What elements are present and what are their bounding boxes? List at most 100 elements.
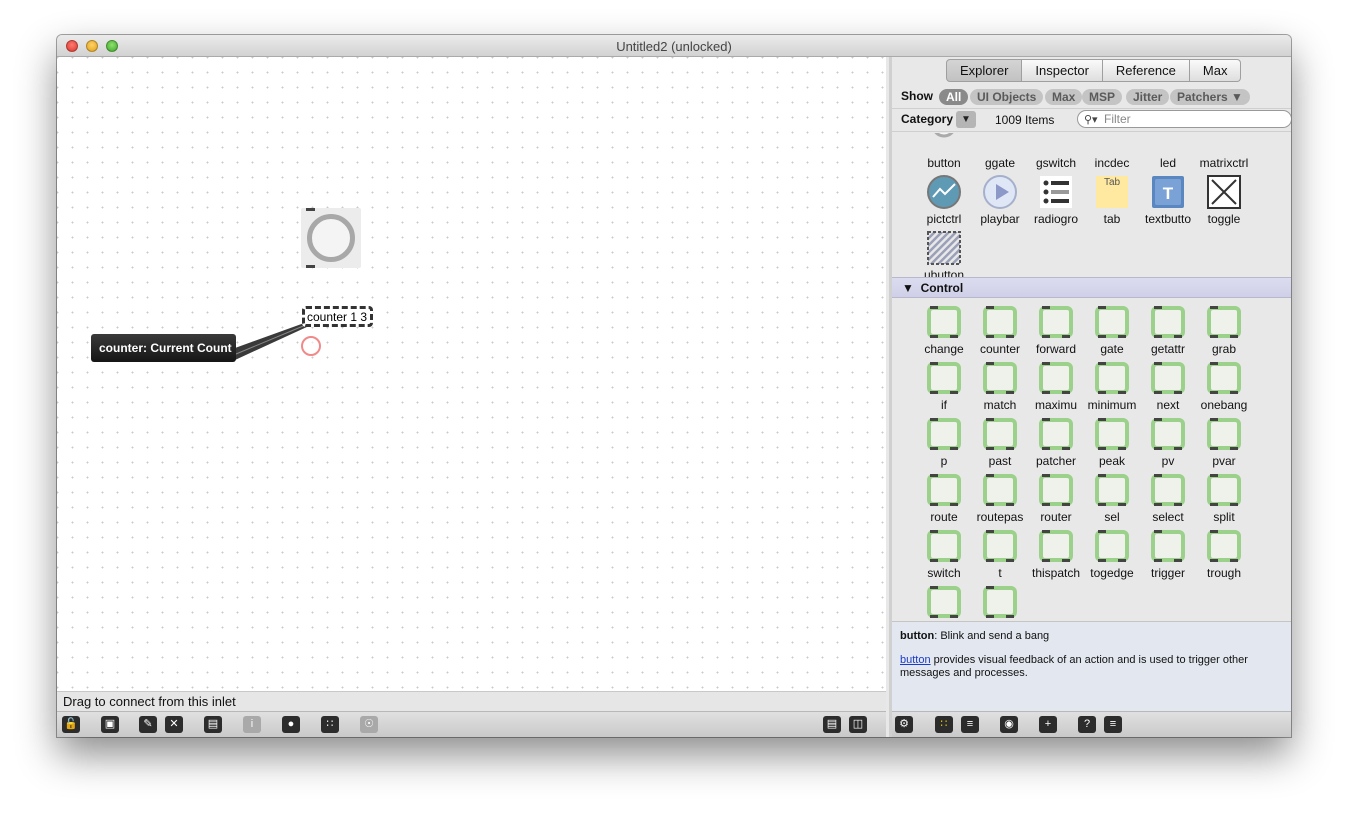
object-tile-togedge[interactable]: togedge [1084, 529, 1140, 585]
object-tile-matrixctrl[interactable]: matrixctrl [1196, 133, 1252, 175]
filter-input[interactable] [1104, 112, 1284, 126]
new-object-icon[interactable]: ✎ [139, 716, 157, 733]
tab-max[interactable]: Max [1189, 59, 1242, 82]
section-header-control[interactable]: ▼ Control [892, 277, 1291, 298]
object-tile-label: split [1213, 510, 1235, 524]
getattr-icon [1151, 306, 1185, 338]
object-tile-router[interactable]: router [1028, 473, 1084, 529]
tab-reference[interactable]: Reference [1102, 59, 1190, 82]
object-tile-onebang[interactable]: onebang [1196, 361, 1252, 417]
object-tile-select[interactable]: select [1140, 473, 1196, 529]
tab-inspector[interactable]: Inspector [1022, 59, 1103, 82]
object-tile-t[interactable]: t [972, 529, 1028, 585]
description-link[interactable]: button [900, 654, 931, 666]
object-tile-change[interactable]: change [916, 305, 972, 361]
object-tile-toggle[interactable]: toggle [1196, 175, 1252, 231]
object-tile-trigger[interactable]: trigger [1140, 529, 1196, 585]
list-view-icon[interactable]: ≡ [961, 716, 979, 733]
object-tile-routepas[interactable]: routepas [972, 473, 1028, 529]
object-tile-maximu[interactable]: maximu [1028, 361, 1084, 417]
add-icon[interactable]: + [1039, 716, 1057, 733]
button-inlet[interactable] [306, 208, 315, 211]
grid-icon[interactable]: ∷ [321, 716, 339, 733]
menu-icon[interactable]: ≡ [1104, 716, 1122, 733]
search-icon[interactable]: ⚲▾ [1084, 113, 1098, 126]
if-icon [927, 362, 961, 394]
sidebar-icon[interactable]: ◫ [849, 716, 867, 733]
category-dropdown-button[interactable]: ▼ [956, 111, 976, 128]
gear-icon[interactable]: ⚙ [895, 716, 913, 733]
object-tile-minimum[interactable]: minimum [1084, 361, 1140, 417]
inspector-icon[interactable]: ● [282, 716, 300, 733]
object-tile-trough[interactable]: trough [1196, 529, 1252, 585]
button-outlet[interactable] [306, 265, 315, 268]
object-tile-split[interactable]: split [1196, 473, 1252, 529]
tab-explorer[interactable]: Explorer [946, 59, 1023, 82]
info-icon[interactable]: i [243, 716, 261, 733]
filter-ui-objects[interactable]: UI Objects [970, 89, 1044, 105]
title-bar[interactable]: Untitled2 (unlocked) [57, 35, 1291, 57]
counter-object[interactable]: counter 1 3 [302, 306, 373, 327]
object-tile-textbutto[interactable]: Ttextbutto [1140, 175, 1196, 231]
object-tile-patcher[interactable]: patcher [1028, 417, 1084, 473]
object-tile-label: onebang [1200, 398, 1248, 412]
sel-icon [1095, 474, 1129, 506]
object-tile-gswitch[interactable]: gswitch [1028, 133, 1084, 175]
clear-icon[interactable]: ✕ [165, 716, 183, 733]
patcher-canvas[interactable]: counter 1 3 counter: Current Count [57, 57, 886, 691]
object-tile-forward[interactable]: forward [1028, 305, 1084, 361]
object-tile-pv[interactable]: pv [1140, 417, 1196, 473]
object-tile-switch[interactable]: switch [916, 529, 972, 585]
show-filter-row: Show All UI Objects Max MSP Jitter Patch… [892, 85, 1291, 109]
object-tile-pictctrl[interactable]: pictctrl [916, 175, 972, 231]
object-tile-radiogro[interactable]: radiogro [1028, 175, 1084, 231]
object-tile-gate[interactable]: gate [1084, 305, 1140, 361]
filter-field[interactable]: ⚲▾ [1077, 110, 1291, 128]
filter-all[interactable]: All [939, 89, 969, 105]
object-tile-button[interactable]: button [916, 133, 972, 175]
object-tile-led[interactable]: led [1140, 133, 1196, 175]
bottom-panel-icon[interactable]: ▤ [823, 716, 841, 733]
paste-icon[interactable]: ▤ [204, 716, 222, 733]
object-tile-p[interactable]: p [916, 417, 972, 473]
help-icon[interactable]: ? [1078, 716, 1096, 733]
tile-view-icon[interactable]: ∷ [935, 716, 953, 733]
category-row: Category ▼ 1009 Items ⚲▾ [892, 109, 1291, 132]
object-tile-grab[interactable]: grab [1196, 305, 1252, 361]
filter-jitter[interactable]: Jitter [1126, 89, 1170, 105]
counter-icon [983, 306, 1017, 338]
object-tile-ggate[interactable]: ggate [972, 133, 1028, 175]
object-tile-incdec[interactable]: incdec [1084, 133, 1140, 175]
button-object[interactable] [301, 208, 361, 268]
object-tile-if[interactable]: if [916, 361, 972, 417]
object-tile-blank[interactable] [916, 585, 972, 620]
eye-icon[interactable]: ◉ [1000, 716, 1018, 733]
sidebar-toolbar: ⚙ ∷ ≡ ◉ + ? ≡ [892, 711, 1291, 737]
object-tile-next[interactable]: next [1140, 361, 1196, 417]
filter-msp[interactable]: MSP [1082, 89, 1123, 105]
object-tile-playbar[interactable]: playbar [972, 175, 1028, 231]
ggate-icon [983, 133, 1017, 153]
object-tile-match[interactable]: match [972, 361, 1028, 417]
matrixctrl-icon [1207, 133, 1241, 153]
filter-max[interactable]: Max [1045, 89, 1083, 105]
object-tile-label: grab [1211, 342, 1237, 356]
object-tile-route[interactable]: route [916, 473, 972, 529]
object-tile-peak[interactable]: peak [1084, 417, 1140, 473]
object-tile-getattr[interactable]: getattr [1140, 305, 1196, 361]
togedge-icon [1095, 530, 1129, 562]
debug-icon[interactable]: ☉ [360, 716, 378, 733]
filter-patchers[interactable]: Patchers ▼ [1170, 89, 1250, 105]
lock-icon[interactable]: 🔓 [62, 716, 80, 733]
counter-inlet-highlight[interactable] [301, 336, 321, 356]
object-tile-blank[interactable] [972, 585, 1028, 620]
object-tile-past[interactable]: past [972, 417, 1028, 473]
forward-icon [1039, 306, 1073, 338]
object-browser[interactable]: button ggate gswitch incdec led matrixctrl pic… [892, 133, 1291, 620]
object-tile-sel[interactable]: sel [1084, 473, 1140, 529]
object-tile-thispatch[interactable]: thispatch [1028, 529, 1084, 585]
object-tile-tab[interactable]: Tab tab [1084, 175, 1140, 231]
object-tile-pvar[interactable]: pvar [1196, 417, 1252, 473]
object-tile-counter[interactable]: counter [972, 305, 1028, 361]
presentation-icon[interactable]: ▣ [101, 716, 119, 733]
